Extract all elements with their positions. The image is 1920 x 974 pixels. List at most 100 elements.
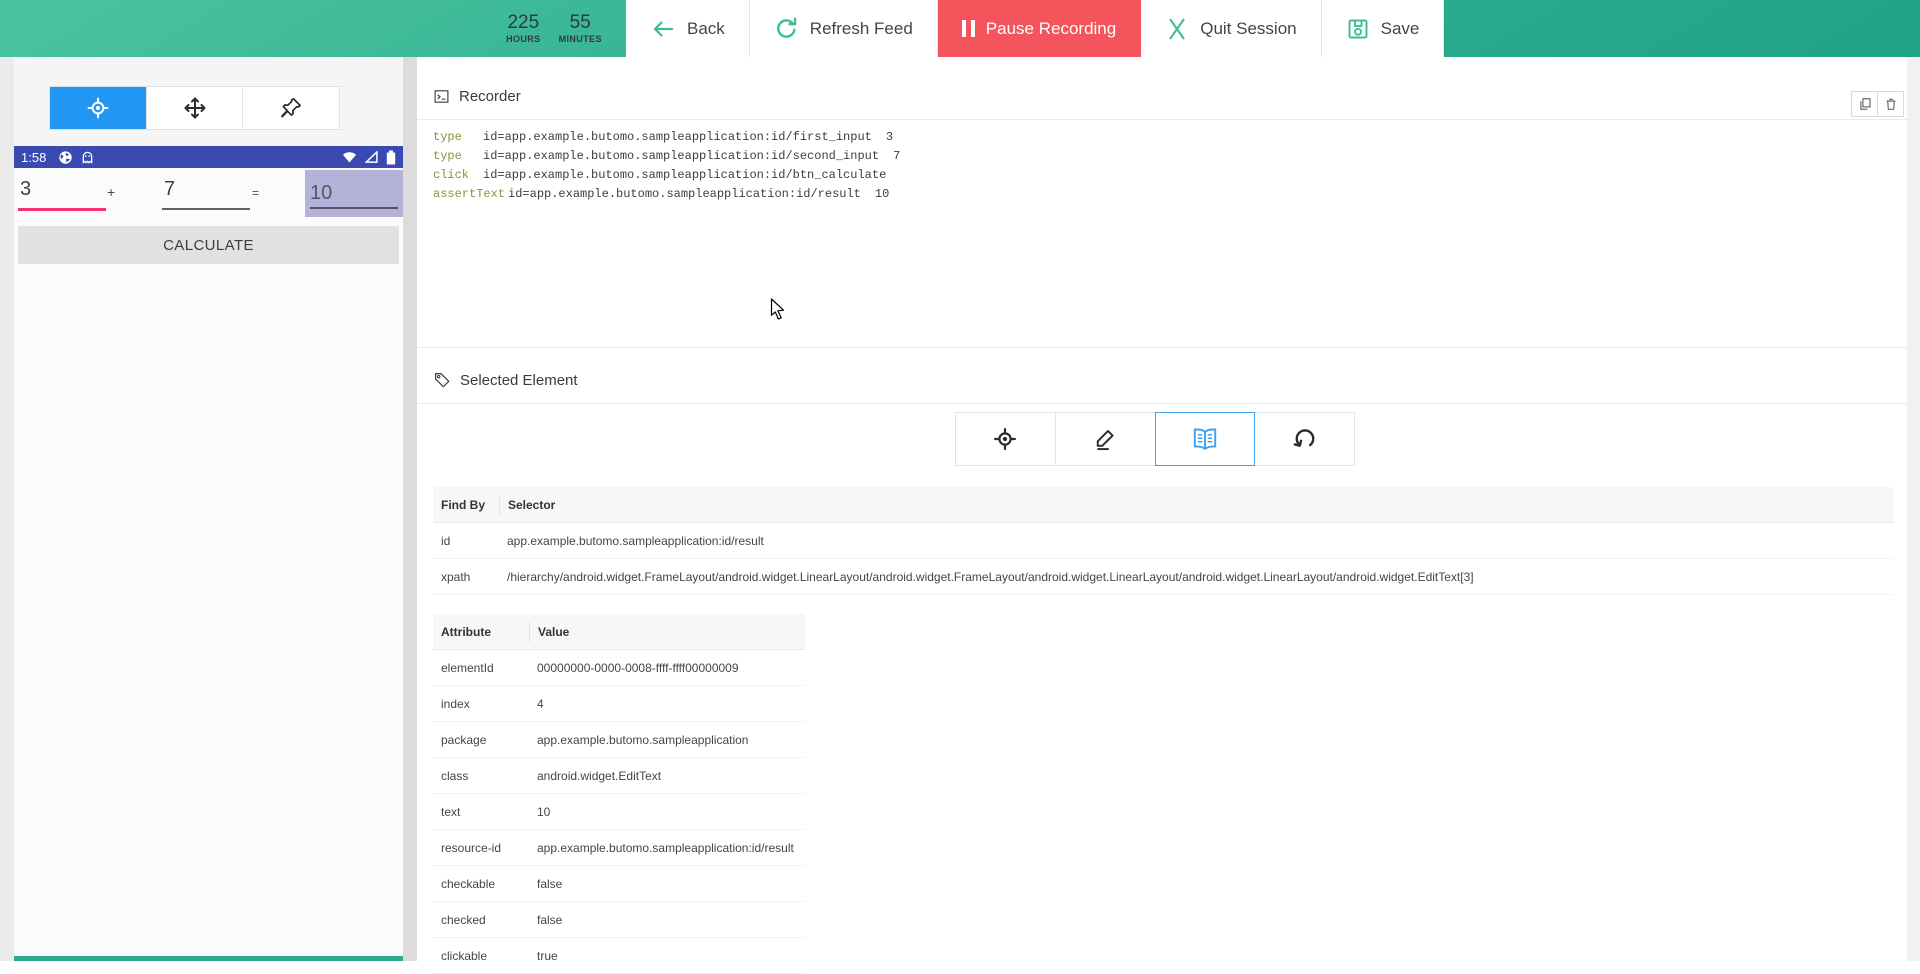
locate-target-icon [992,426,1018,452]
find-by-table-header: Find By Selector [433,487,1893,523]
attribute-key: package [441,732,487,747]
edit-pencil-icon [1092,426,1118,452]
move-tool-button[interactable] [146,87,244,129]
step-command: assertText [433,187,506,201]
attribute-value: true [537,948,558,963]
find-by-value: /hierarchy/android.widget.FrameLayout/an… [507,569,1474,584]
attribute-header-cell: Attribute [441,624,491,639]
edit-element-button[interactable] [1054,412,1156,466]
plus-label: + [107,184,116,200]
attribute-value: app.example.butomo.sampleapplication:id/… [537,840,794,855]
pause-icon [961,20,975,37]
step-selector: id=app.example.butomo.sampleapplication:… [483,168,887,182]
top-bar: 225 HOURS 55 MINUTES Back Refresh Feed P… [0,0,1920,57]
recorded-step: type id=app.example.butomo.sampleapplica… [433,147,900,166]
attribute-row: checkable false [433,866,805,902]
delete-button[interactable] [1877,91,1904,117]
recorder-header-divider [417,119,1907,120]
first-input-field[interactable]: 3 [20,178,31,201]
attribute-row: package app.example.butomo.sampleapplica… [433,722,805,758]
attribute-key: index [441,696,470,711]
device-bottom-strip [14,956,403,961]
recorder-log: type id=app.example.butomo.sampleapplica… [433,128,900,204]
step-command: type [433,130,462,144]
find-by-table: Find By Selector id app.example.butomo.s… [433,487,1893,595]
equals-label: = [252,186,260,200]
inspect-toolbar [955,412,1355,466]
recorder-title: Recorder [459,88,521,105]
timer-hours-value: 225 [507,11,540,33]
attribute-key: checkable [441,876,496,891]
result-underline [310,207,398,209]
quit-session-label: Quit Session [1200,18,1297,38]
battery-icon [386,150,396,165]
wifi-icon [342,151,357,163]
recorded-step: assertText id=app.example.butomo.samplea… [433,185,900,204]
find-by-key: xpath [441,569,471,584]
recorder-bottom-divider [417,347,1907,348]
back-button[interactable]: Back [626,0,750,57]
attribute-row: clickable true [433,938,805,974]
copy-button[interactable] [1851,91,1878,117]
second-input-underline [162,208,250,210]
find-by-value: app.example.butomo.sampleapplication:id/… [507,533,764,548]
attribute-key: text [441,804,461,819]
attribute-row: elementId 00000000-0000-0008-ffff-ffff00… [433,650,805,686]
second-input-field[interactable]: 7 [164,178,175,201]
topbar-button-group: Back Refresh Feed Pause Recording Quit S… [626,0,1445,57]
step-value: 7 [893,149,901,163]
pin-tool-button[interactable] [243,87,340,129]
value-header-cell: Value [529,621,805,642]
attribute-key: clickable [441,948,488,963]
locate-element-button[interactable] [955,412,1056,466]
left-scrollbar[interactable] [0,57,14,961]
device-screen[interactable]: 3 + 7 = 10 CALCULATE [14,168,403,956]
refresh-feed-button[interactable]: Refresh Feed [749,0,938,57]
page-scrollbar[interactable] [1907,57,1920,961]
timer-minutes-unit: MINUTES [558,33,602,44]
attributes-table: Attribute Value elementId 00000000-0000-… [433,614,805,974]
attribute-value: android.widget.EditText [537,768,662,783]
recorder-header: Recorder [433,88,521,105]
result-field-selected[interactable]: 10 [305,170,403,217]
pause-recording-button[interactable]: Pause Recording [937,0,1142,57]
attribute-key: class [441,768,469,783]
cell-signal-icon [365,151,378,163]
calculate-button[interactable]: CALCULATE [18,226,399,264]
refresh-icon [774,16,799,41]
step-command: click [433,168,470,182]
pause-recording-label: Pause Recording [985,18,1117,38]
locate-tool-button[interactable] [50,87,147,129]
step-value: 3 [885,130,894,144]
selected-element-title: Selected Element [460,371,578,389]
save-button[interactable]: Save [1321,0,1445,57]
refresh-element-button[interactable] [1254,412,1355,466]
attribute-row: resource-id app.example.butomo.sampleapp… [433,830,805,866]
attribute-key: elementId [441,660,494,675]
save-floppy-icon [1346,17,1370,41]
step-selector: id=app.example.butomo.sampleapplication:… [483,130,872,144]
find-by-row-xpath: xpath /hierarchy/android.widget.FrameLay… [433,559,1893,595]
back-button-label: Back [687,18,725,38]
result-value: 10 [310,182,333,204]
step-selector: id=app.example.butomo.sampleapplication:… [508,187,861,201]
step-selector: id=app.example.butomo.sampleapplication:… [483,149,880,163]
android-status-bar: 1:58 [14,146,403,168]
recorded-step: type id=app.example.butomo.sampleapplica… [433,128,900,147]
panel-divider-scrollbar[interactable] [403,57,417,961]
attribute-key: checked [441,912,486,927]
step-command: type [433,149,462,163]
element-details-button[interactable] [1154,412,1256,466]
selector-header-cell: Selector [499,494,1893,515]
attribute-value: app.example.butomo.sampleapplication [537,732,749,747]
attribute-value: 00000000-0000-0008-ffff-ffff00000009 [537,660,739,675]
recorded-step: click id=app.example.butomo.sampleapplic… [433,166,900,185]
step-value: 10 [874,187,890,201]
refresh-loop-icon [1292,426,1318,452]
back-arrow-icon [650,17,676,41]
status-bar-time: 1:58 [21,149,47,165]
quit-session-button[interactable]: Quit Session [1141,0,1322,57]
recorder-actions [1851,91,1904,117]
mirror-toolbar [49,86,340,130]
move-arrows-icon [183,96,207,120]
